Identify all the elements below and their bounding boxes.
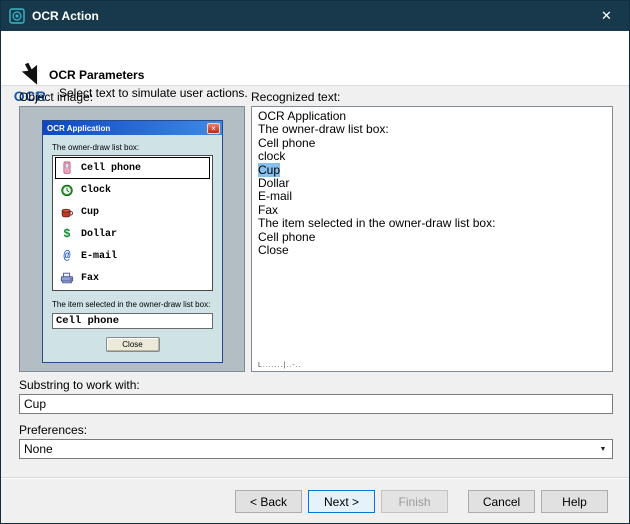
next-button[interactable]: Next > bbox=[308, 490, 375, 513]
footer: < Back Next > Finish Cancel Help bbox=[1, 1, 629, 523]
ocr-action-dialog: OCR Action ✕ OCR OCR Parameters Select t… bbox=[0, 0, 630, 524]
help-button[interactable]: Help bbox=[541, 490, 608, 513]
finish-button: Finish bbox=[381, 490, 448, 513]
cancel-button[interactable]: Cancel bbox=[468, 490, 535, 513]
back-button[interactable]: < Back bbox=[235, 490, 302, 513]
